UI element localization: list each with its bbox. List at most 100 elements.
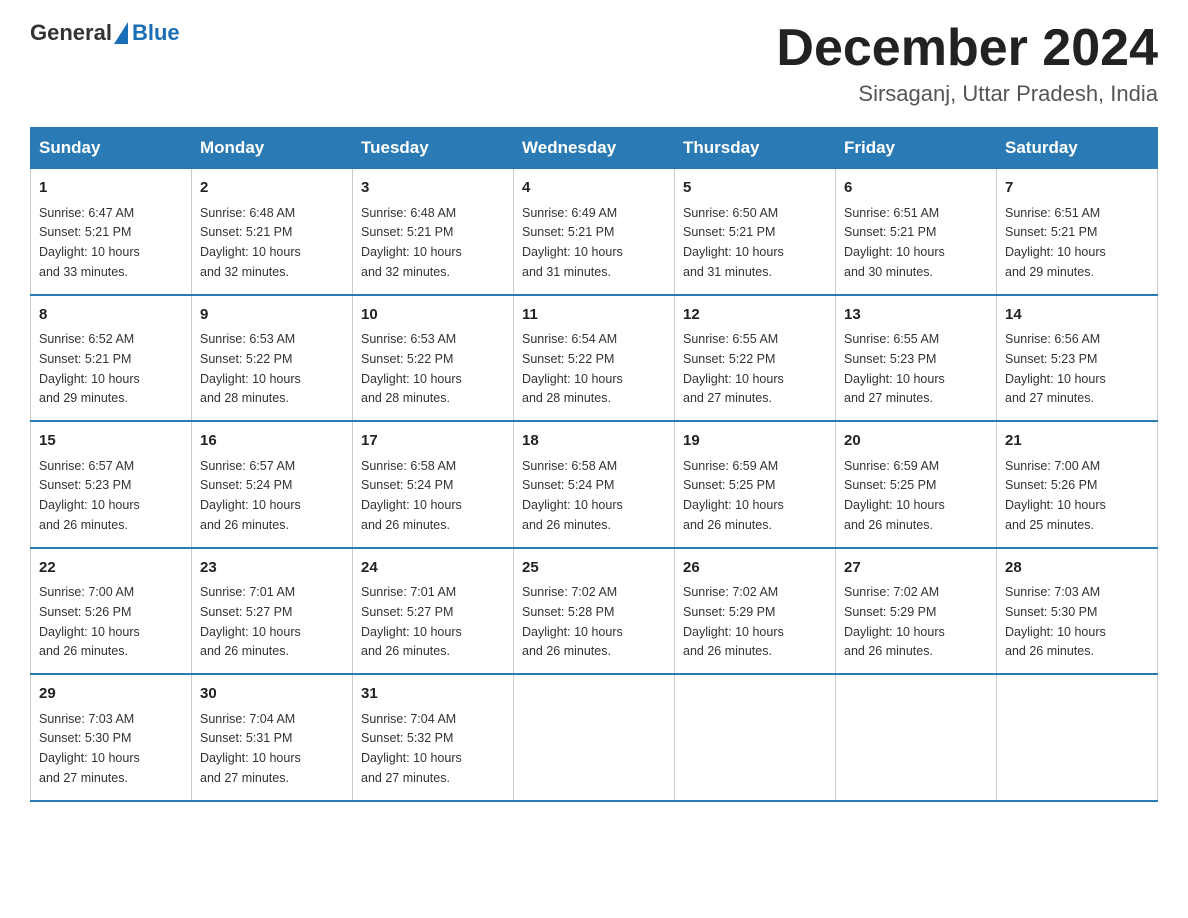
calendar-week-row: 15 Sunrise: 6:57 AMSunset: 5:23 PMDaylig… — [31, 421, 1158, 548]
day-number: 6 — [844, 177, 988, 200]
table-row: 1 Sunrise: 6:47 AMSunset: 5:21 PMDayligh… — [31, 169, 192, 295]
table-row: 13 Sunrise: 6:55 AMSunset: 5:23 PMDaylig… — [836, 295, 997, 422]
table-row: 8 Sunrise: 6:52 AMSunset: 5:21 PMDayligh… — [31, 295, 192, 422]
day-number: 4 — [522, 177, 666, 200]
table-row — [675, 674, 836, 801]
day-info: Sunrise: 7:04 AMSunset: 5:31 PMDaylight:… — [200, 712, 301, 785]
day-number: 23 — [200, 557, 344, 580]
page-header: General Blue December 2024 Sirsaganj, Ut… — [30, 20, 1158, 107]
day-info: Sunrise: 7:01 AMSunset: 5:27 PMDaylight:… — [361, 585, 462, 658]
table-row: 30 Sunrise: 7:04 AMSunset: 5:31 PMDaylig… — [192, 674, 353, 801]
logo-blue-text: Blue — [132, 20, 180, 46]
table-row: 9 Sunrise: 6:53 AMSunset: 5:22 PMDayligh… — [192, 295, 353, 422]
logo-general-text: General — [30, 20, 112, 46]
table-row: 23 Sunrise: 7:01 AMSunset: 5:27 PMDaylig… — [192, 548, 353, 675]
day-number: 30 — [200, 683, 344, 706]
day-info: Sunrise: 7:03 AMSunset: 5:30 PMDaylight:… — [39, 712, 140, 785]
day-info: Sunrise: 6:51 AMSunset: 5:21 PMDaylight:… — [844, 206, 945, 279]
day-number: 26 — [683, 557, 827, 580]
day-number: 24 — [361, 557, 505, 580]
day-number: 3 — [361, 177, 505, 200]
table-row: 16 Sunrise: 6:57 AMSunset: 5:24 PMDaylig… — [192, 421, 353, 548]
header-wednesday: Wednesday — [514, 128, 675, 169]
day-number: 16 — [200, 430, 344, 453]
table-row — [836, 674, 997, 801]
header-friday: Friday — [836, 128, 997, 169]
table-row: 10 Sunrise: 6:53 AMSunset: 5:22 PMDaylig… — [353, 295, 514, 422]
table-row: 22 Sunrise: 7:00 AMSunset: 5:26 PMDaylig… — [31, 548, 192, 675]
day-info: Sunrise: 6:58 AMSunset: 5:24 PMDaylight:… — [361, 459, 462, 532]
day-info: Sunrise: 6:56 AMSunset: 5:23 PMDaylight:… — [1005, 332, 1106, 405]
table-row: 31 Sunrise: 7:04 AMSunset: 5:32 PMDaylig… — [353, 674, 514, 801]
day-info: Sunrise: 7:04 AMSunset: 5:32 PMDaylight:… — [361, 712, 462, 785]
day-info: Sunrise: 6:59 AMSunset: 5:25 PMDaylight:… — [683, 459, 784, 532]
table-row: 29 Sunrise: 7:03 AMSunset: 5:30 PMDaylig… — [31, 674, 192, 801]
day-number: 5 — [683, 177, 827, 200]
table-row: 28 Sunrise: 7:03 AMSunset: 5:30 PMDaylig… — [997, 548, 1158, 675]
day-number: 18 — [522, 430, 666, 453]
day-number: 10 — [361, 304, 505, 327]
calendar-week-row: 29 Sunrise: 7:03 AMSunset: 5:30 PMDaylig… — [31, 674, 1158, 801]
day-number: 11 — [522, 304, 666, 327]
day-info: Sunrise: 6:55 AMSunset: 5:23 PMDaylight:… — [844, 332, 945, 405]
title-section: December 2024 Sirsaganj, Uttar Pradesh, … — [776, 20, 1158, 107]
day-info: Sunrise: 6:49 AMSunset: 5:21 PMDaylight:… — [522, 206, 623, 279]
day-number: 27 — [844, 557, 988, 580]
table-row: 6 Sunrise: 6:51 AMSunset: 5:21 PMDayligh… — [836, 169, 997, 295]
calendar-week-row: 8 Sunrise: 6:52 AMSunset: 5:21 PMDayligh… — [31, 295, 1158, 422]
day-number: 9 — [200, 304, 344, 327]
day-info: Sunrise: 7:00 AMSunset: 5:26 PMDaylight:… — [39, 585, 140, 658]
table-row: 26 Sunrise: 7:02 AMSunset: 5:29 PMDaylig… — [675, 548, 836, 675]
table-row: 24 Sunrise: 7:01 AMSunset: 5:27 PMDaylig… — [353, 548, 514, 675]
day-number: 7 — [1005, 177, 1149, 200]
day-info: Sunrise: 6:53 AMSunset: 5:22 PMDaylight:… — [361, 332, 462, 405]
table-row: 3 Sunrise: 6:48 AMSunset: 5:21 PMDayligh… — [353, 169, 514, 295]
day-info: Sunrise: 7:02 AMSunset: 5:29 PMDaylight:… — [683, 585, 784, 658]
day-info: Sunrise: 7:03 AMSunset: 5:30 PMDaylight:… — [1005, 585, 1106, 658]
table-row: 25 Sunrise: 7:02 AMSunset: 5:28 PMDaylig… — [514, 548, 675, 675]
day-info: Sunrise: 6:48 AMSunset: 5:21 PMDaylight:… — [200, 206, 301, 279]
table-row: 11 Sunrise: 6:54 AMSunset: 5:22 PMDaylig… — [514, 295, 675, 422]
day-info: Sunrise: 7:02 AMSunset: 5:28 PMDaylight:… — [522, 585, 623, 658]
table-row: 2 Sunrise: 6:48 AMSunset: 5:21 PMDayligh… — [192, 169, 353, 295]
day-info: Sunrise: 6:50 AMSunset: 5:21 PMDaylight:… — [683, 206, 784, 279]
day-number: 12 — [683, 304, 827, 327]
day-info: Sunrise: 7:01 AMSunset: 5:27 PMDaylight:… — [200, 585, 301, 658]
table-row: 14 Sunrise: 6:56 AMSunset: 5:23 PMDaylig… — [997, 295, 1158, 422]
header-saturday: Saturday — [997, 128, 1158, 169]
logo-triangle-icon — [114, 22, 128, 44]
table-row: 17 Sunrise: 6:58 AMSunset: 5:24 PMDaylig… — [353, 421, 514, 548]
day-number: 31 — [361, 683, 505, 706]
day-number: 29 — [39, 683, 183, 706]
header-thursday: Thursday — [675, 128, 836, 169]
table-row: 19 Sunrise: 6:59 AMSunset: 5:25 PMDaylig… — [675, 421, 836, 548]
calendar-header-row: Sunday Monday Tuesday Wednesday Thursday… — [31, 128, 1158, 169]
table-row: 4 Sunrise: 6:49 AMSunset: 5:21 PMDayligh… — [514, 169, 675, 295]
day-info: Sunrise: 6:51 AMSunset: 5:21 PMDaylight:… — [1005, 206, 1106, 279]
month-title: December 2024 — [776, 20, 1158, 77]
logo: General Blue — [30, 20, 180, 46]
table-row: 18 Sunrise: 6:58 AMSunset: 5:24 PMDaylig… — [514, 421, 675, 548]
day-number: 8 — [39, 304, 183, 327]
day-info: Sunrise: 6:59 AMSunset: 5:25 PMDaylight:… — [844, 459, 945, 532]
day-number: 15 — [39, 430, 183, 453]
day-info: Sunrise: 6:53 AMSunset: 5:22 PMDaylight:… — [200, 332, 301, 405]
header-sunday: Sunday — [31, 128, 192, 169]
table-row: 20 Sunrise: 6:59 AMSunset: 5:25 PMDaylig… — [836, 421, 997, 548]
table-row: 27 Sunrise: 7:02 AMSunset: 5:29 PMDaylig… — [836, 548, 997, 675]
day-number: 22 — [39, 557, 183, 580]
table-row: 7 Sunrise: 6:51 AMSunset: 5:21 PMDayligh… — [997, 169, 1158, 295]
table-row — [514, 674, 675, 801]
day-info: Sunrise: 7:02 AMSunset: 5:29 PMDaylight:… — [844, 585, 945, 658]
day-number: 25 — [522, 557, 666, 580]
table-row: 21 Sunrise: 7:00 AMSunset: 5:26 PMDaylig… — [997, 421, 1158, 548]
table-row: 15 Sunrise: 6:57 AMSunset: 5:23 PMDaylig… — [31, 421, 192, 548]
day-info: Sunrise: 6:47 AMSunset: 5:21 PMDaylight:… — [39, 206, 140, 279]
day-info: Sunrise: 6:48 AMSunset: 5:21 PMDaylight:… — [361, 206, 462, 279]
day-info: Sunrise: 6:57 AMSunset: 5:23 PMDaylight:… — [39, 459, 140, 532]
calendar-table: Sunday Monday Tuesday Wednesday Thursday… — [30, 127, 1158, 802]
day-number: 1 — [39, 177, 183, 200]
day-info: Sunrise: 6:55 AMSunset: 5:22 PMDaylight:… — [683, 332, 784, 405]
day-info: Sunrise: 6:52 AMSunset: 5:21 PMDaylight:… — [39, 332, 140, 405]
day-number: 19 — [683, 430, 827, 453]
